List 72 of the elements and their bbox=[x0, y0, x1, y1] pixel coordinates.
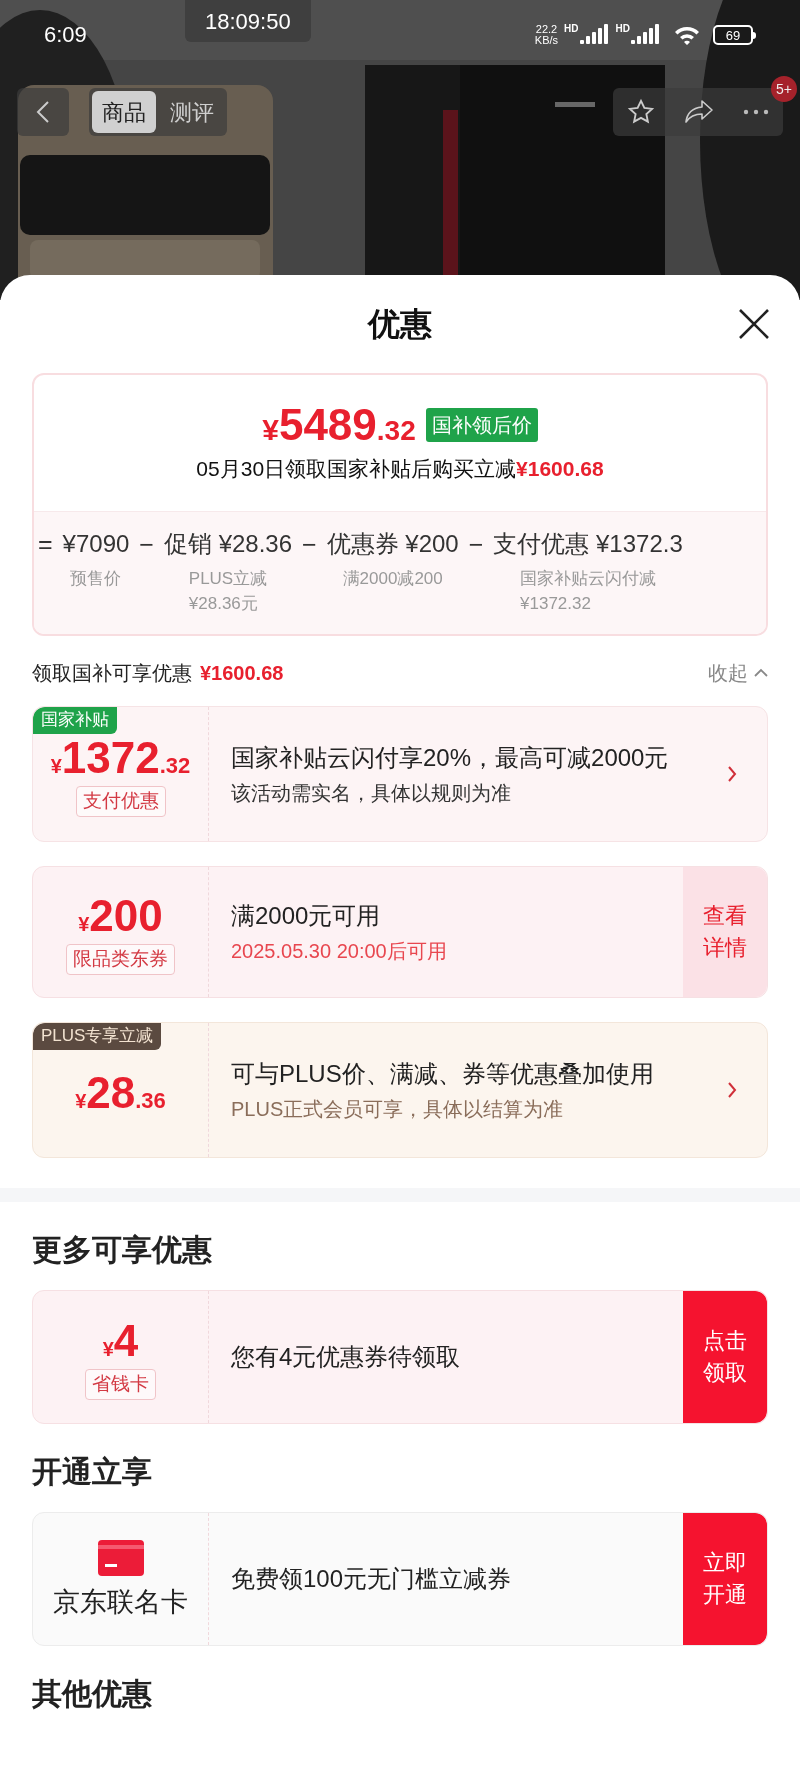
battery-icon: 69 bbox=[713, 25, 756, 45]
offer-type-label: 支付优惠 bbox=[75, 786, 166, 817]
offer-tag: PLUS专享立减 bbox=[33, 1022, 162, 1050]
offer-subtitle: 2025.05.30 20:00后可用 bbox=[231, 938, 448, 964]
breakdown-note: 国家补贴云闪付减 bbox=[520, 567, 657, 590]
chevron-up-icon bbox=[754, 668, 768, 677]
discount-amount: ¥1600.68 bbox=[516, 456, 604, 482]
more-icon[interactable] bbox=[742, 109, 769, 115]
close-icon[interactable] bbox=[738, 308, 770, 340]
collapse-toggle[interactable]: 收起 bbox=[708, 657, 768, 688]
details-button[interactable]: 查看详情 bbox=[683, 866, 767, 997]
offer-title: 满2000元可用 bbox=[231, 900, 382, 931]
nav-tab[interactable]: 测评 bbox=[160, 91, 224, 133]
claim-button[interactable]: 立即开通 bbox=[683, 1512, 767, 1645]
offer-title: 免费领100元无门槛立减券 bbox=[231, 1563, 513, 1594]
breakdown-note: ¥28.36元 bbox=[188, 592, 258, 615]
offer-card[interactable]: ¥200 限品类东券 满2000元可用 2025.05.30 20:00后可用 查看详情 bbox=[32, 865, 768, 998]
offer-amount: ¥1372.32 bbox=[50, 736, 191, 781]
final-price: ¥5489.32 bbox=[262, 403, 416, 447]
breakdown-note: ¥1372.32 bbox=[520, 592, 591, 615]
credit-card-icon bbox=[97, 1540, 144, 1577]
share-icon[interactable] bbox=[684, 99, 714, 125]
breakdown-note: PLUS立减 bbox=[188, 567, 268, 590]
breakdown-note: 预售价 bbox=[70, 567, 122, 590]
breakdown-amount: 优惠券 ¥200 bbox=[326, 528, 459, 559]
nav-tab[interactable]: 商品 bbox=[92, 91, 156, 133]
sheet-title: 优惠 bbox=[368, 305, 432, 344]
status-time: 6:09 bbox=[44, 24, 87, 46]
chevron-right-icon[interactable] bbox=[727, 764, 737, 783]
claim-button[interactable]: 点击领取 bbox=[683, 1290, 767, 1423]
operator-sign: = bbox=[38, 528, 53, 560]
offer-amount: ¥4 bbox=[102, 1319, 139, 1364]
subsidy-label: 领取国补可享优惠 bbox=[32, 660, 192, 686]
clock-overlay: 18:09:50 bbox=[185, 0, 311, 42]
offer-card[interactable]: 国家补贴 ¥1372.32 支付优惠 国家补贴云闪付享20%，最高可减2000元 该活动需实名，具体以规则为准 bbox=[32, 705, 768, 842]
operator-sign: − bbox=[468, 528, 484, 560]
card-name: 京东联名卡 bbox=[53, 1586, 188, 1620]
offer-amount: ¥28.36 bbox=[75, 1070, 166, 1115]
offer-type-label: 省钱卡 bbox=[85, 1369, 156, 1400]
section-heading: 更多可享优惠 bbox=[32, 1231, 212, 1268]
offer-type-label: 限品类东券 bbox=[66, 944, 175, 975]
star-icon[interactable] bbox=[627, 98, 656, 126]
offer-card[interactable]: PLUS专享立减 ¥28.36 可与PLUS价、满减、券等优惠叠加使用 PLUS正式会员可享，具体以结算为准 bbox=[32, 1021, 768, 1158]
section-heading: 其他优惠 bbox=[32, 1675, 152, 1712]
offer-card[interactable]: ¥4 省钱卡 您有4元优惠券待领取 点击领取 bbox=[32, 1289, 768, 1424]
chevron-right-icon[interactable] bbox=[727, 1080, 737, 1099]
network-speed: 22.2 KB/s bbox=[534, 24, 559, 46]
offer-tag: 国家补贴 bbox=[33, 706, 117, 734]
subsidy-amount: ¥1600.68 bbox=[200, 660, 284, 686]
offer-title: 您有4元优惠券待领取 bbox=[231, 1341, 462, 1372]
price-note: 05月30日领取国家补贴后购买立减 bbox=[196, 456, 517, 482]
offer-card[interactable]: 京东联名卡 免费领100元无门槛立减券 立即开通 bbox=[32, 1511, 768, 1646]
breakdown-amount: 支付优惠 ¥1372.3 bbox=[493, 528, 683, 559]
breakdown-note: 满2000减200 bbox=[342, 567, 443, 590]
offer-amount: ¥200 bbox=[78, 894, 163, 939]
back-button[interactable] bbox=[17, 88, 69, 136]
breakdown-amount: ¥7090 bbox=[62, 528, 130, 559]
operator-sign: − bbox=[302, 528, 317, 560]
offer-subtitle: 该活动需实名，具体以规则为准 bbox=[231, 780, 512, 806]
offer-title: 国家补贴云闪付享20%，最高可减2000元 bbox=[231, 742, 670, 773]
wifi-icon bbox=[673, 24, 701, 46]
network-type: HD bbox=[564, 24, 579, 34]
breakdown-amount: 促销 ¥28.36 bbox=[163, 528, 293, 559]
signal-icon bbox=[579, 24, 610, 46]
section-heading: 开通立享 bbox=[32, 1453, 152, 1490]
offer-title: 可与PLUS价、满减、券等优惠叠加使用 bbox=[231, 1058, 655, 1089]
signal-icon bbox=[631, 24, 661, 46]
back-icon bbox=[36, 100, 50, 124]
operator-sign: − bbox=[139, 528, 154, 560]
price-tag: 国补领后价 bbox=[425, 408, 538, 442]
network-type: HD bbox=[615, 24, 630, 34]
offer-subtitle: PLUS正式会员可享，具体以结算为准 bbox=[231, 1096, 565, 1122]
